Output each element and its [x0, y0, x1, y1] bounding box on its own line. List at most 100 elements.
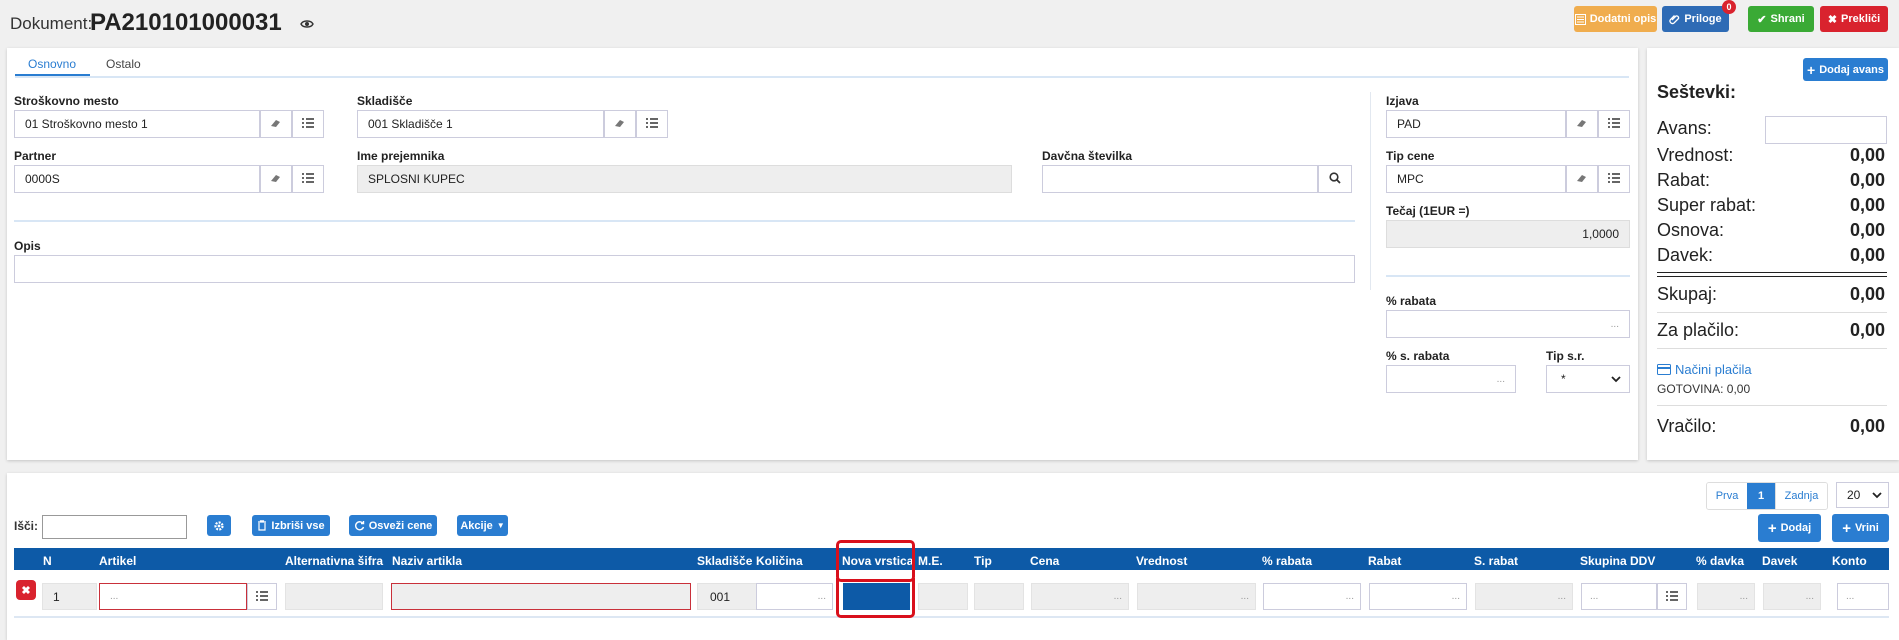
dodaj-avans-button[interactable]: + Dodaj avans — [1803, 58, 1888, 81]
skladisce-clear-button[interactable] — [604, 110, 636, 138]
opis-input[interactable] — [14, 255, 1355, 283]
preklici-button[interactable]: ✖ Prekliči — [1820, 6, 1888, 32]
tipcene-clear-button[interactable] — [1566, 165, 1598, 193]
zaplacilo-value: 0,00 — [1849, 320, 1885, 340]
kolicina-input[interactable]: ... — [756, 583, 833, 610]
skupina-ddv-list-button[interactable] — [1657, 583, 1687, 610]
tab-osnovno[interactable]: Osnovno — [28, 57, 76, 71]
col-davka-pct[interactable]: % davka — [1696, 554, 1744, 568]
page-first[interactable]: Prva — [1707, 483, 1747, 509]
page-size-select[interactable]: 20 — [1836, 482, 1889, 508]
col-vrednost[interactable]: Vrednost — [1136, 554, 1187, 568]
osvezi-cene-button[interactable]: Osveži cene — [349, 515, 437, 536]
col-skupina-ddv[interactable]: Skupina DDV — [1580, 554, 1655, 568]
col-n[interactable]: N — [43, 554, 52, 568]
col-tip[interactable]: Tip — [974, 554, 992, 568]
eye-icon[interactable] — [300, 18, 314, 32]
akcije-button[interactable]: Akcije ▼ — [457, 515, 508, 536]
kolicina-placeholder: ... — [817, 591, 826, 602]
srabat-input[interactable]: ... — [1386, 365, 1516, 393]
tipcene-input[interactable]: MPC — [1386, 165, 1566, 193]
col-skladisce[interactable]: Skladišče — [697, 554, 752, 568]
izjava-label: Izjava — [1386, 94, 1419, 108]
zaplacilo-label: Za plačilo: — [1657, 320, 1740, 340]
izjava-list-button[interactable] — [1598, 110, 1630, 138]
caret-down-icon: ▼ — [496, 521, 505, 530]
eraser-icon — [1576, 117, 1588, 131]
partner-clear-button[interactable] — [260, 165, 292, 193]
artikel-placeholder: ... — [110, 591, 119, 602]
col-alternativna-sifra[interactable]: Alternativna šifra — [285, 554, 383, 568]
col-kolicina[interactable]: Količina — [756, 554, 803, 568]
partner-list-button[interactable] — [292, 165, 324, 193]
avans-input[interactable] — [1765, 116, 1887, 144]
shrani-button[interactable]: ✔ Shrani — [1748, 6, 1814, 32]
form-divider — [14, 220, 1355, 222]
vrini-button[interactable]: + Vrini — [1832, 514, 1889, 542]
skladisce-list-button[interactable] — [636, 110, 668, 138]
strosk-clear-button[interactable] — [260, 110, 292, 138]
davcna-search-button[interactable] — [1318, 165, 1352, 193]
highlight-box — [836, 540, 915, 582]
col-cena[interactable]: Cena — [1030, 554, 1059, 568]
col-konto[interactable]: Konto — [1832, 554, 1867, 568]
izbrisi-vse-label: Izbriši vse — [271, 519, 325, 532]
izjava-clear-button[interactable] — [1566, 110, 1598, 138]
artikel-input[interactable]: ... — [99, 583, 247, 610]
list-icon — [1608, 172, 1620, 186]
alternativna-sifra-cell — [285, 583, 383, 610]
tipcene-list-button[interactable] — [1598, 165, 1630, 193]
rabat-sum-value: 0,00 — [1849, 170, 1885, 190]
skladisce-input[interactable]: 001 Skladišče 1 — [357, 110, 604, 138]
tab-ostalo[interactable]: Ostalo — [106, 57, 141, 71]
tipsr-select[interactable]: * — [1546, 365, 1630, 393]
plus-icon: + — [1842, 519, 1851, 537]
eraser-icon — [270, 117, 282, 131]
doc-label: Dokument: — [10, 14, 93, 33]
shrani-label: Shrani — [1770, 13, 1805, 25]
refresh-icon — [354, 521, 364, 531]
davcna-input[interactable] — [1042, 165, 1318, 193]
summary-double-rule — [1657, 272, 1887, 277]
izjava-input[interactable]: PAD — [1386, 110, 1566, 138]
strosk-input[interactable]: 01 Stroškovno mesto 1 — [14, 110, 260, 138]
akcije-label: Akcije — [460, 519, 493, 532]
dodaj-button[interactable]: + Dodaj — [1758, 514, 1821, 542]
nacini-placila-link[interactable]: Načini plačila — [1657, 362, 1752, 377]
cena-placeholder: ... — [1113, 591, 1122, 602]
konto-input[interactable]: ... — [1837, 583, 1889, 610]
rabat-input-cell[interactable]: ... — [1369, 583, 1467, 610]
col-rabat[interactable]: Rabat — [1368, 554, 1401, 568]
rabat-input[interactable]: ... — [1386, 310, 1630, 338]
delete-row-button[interactable]: ✖ — [16, 580, 36, 600]
col-rabata-pct[interactable]: % rabata — [1262, 554, 1312, 568]
artikel-list-button[interactable] — [247, 583, 277, 610]
strosk-list-button[interactable] — [292, 110, 324, 138]
col-me[interactable]: M.E. — [918, 554, 943, 568]
rabata-pct-input[interactable]: ... — [1263, 583, 1361, 610]
naziv-artikla-cell[interactable] — [391, 583, 691, 610]
gotovina-text: GOTOVINA: 0,00 — [1657, 382, 1751, 396]
page-last[interactable]: Zadnja — [1775, 483, 1827, 509]
page-current[interactable]: 1 — [1747, 483, 1775, 509]
settings-button[interactable] — [207, 515, 231, 536]
avans-label: Avans: — [1657, 118, 1712, 138]
col-davek[interactable]: Davek — [1762, 554, 1797, 568]
col-naziv-artikla[interactable]: Naziv artikla — [392, 554, 462, 568]
right-column-divider — [1370, 92, 1371, 290]
partner-input[interactable]: 0000S — [14, 165, 260, 193]
dodatni-opis-button[interactable]: Dodatni opis — [1574, 6, 1657, 32]
skupaj-label: Skupaj: — [1657, 284, 1718, 304]
dodaj-label: Dodaj — [1780, 522, 1812, 534]
list-icon — [1666, 590, 1678, 604]
izbrisi-vse-button[interactable]: Izbriši vse — [252, 515, 330, 536]
times-icon: ✖ — [21, 584, 31, 597]
davek-placeholder: ... — [1805, 591, 1814, 602]
search-input[interactable] — [42, 515, 187, 539]
col-s-rabat[interactable]: S. rabat — [1474, 554, 1518, 568]
skupina-ddv-input[interactable]: ... — [1581, 583, 1657, 610]
strosk-label: Stroškovno mesto — [14, 94, 119, 108]
gotovina-divider — [1657, 405, 1887, 406]
priloge-button[interactable]: Priloge — [1662, 6, 1729, 32]
col-artikel[interactable]: Artikel — [99, 554, 136, 568]
